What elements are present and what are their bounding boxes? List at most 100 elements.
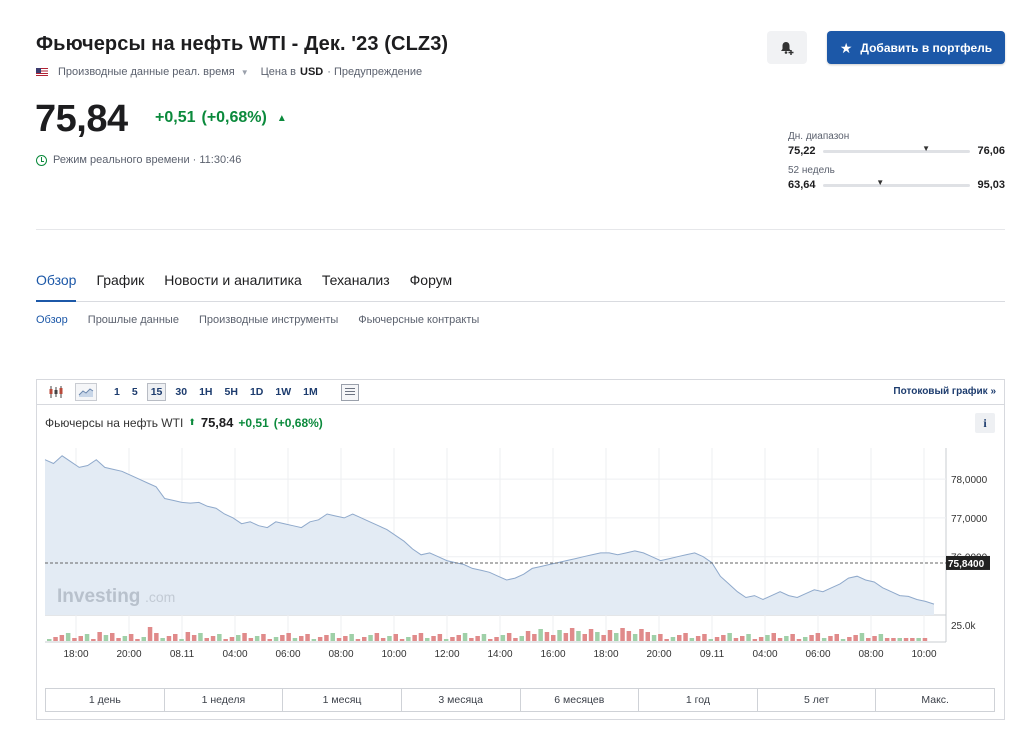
volume-bar xyxy=(544,632,550,641)
week52-range-high: 95,03 xyxy=(977,179,1005,191)
us-flag-icon xyxy=(36,68,48,76)
volume-bar xyxy=(273,637,279,641)
period-max[interactable]: Макс. xyxy=(876,689,994,711)
volume-bar xyxy=(450,637,455,641)
subtab-derivatives[interactable]: Производные инструменты xyxy=(199,314,338,326)
up-triangle-icon: ▲ xyxy=(276,112,287,124)
y-tick-label: 77,0000 xyxy=(951,514,988,525)
volume-bar xyxy=(343,636,348,641)
volume-bar xyxy=(462,633,468,641)
x-tick-label: 06:00 xyxy=(805,649,830,660)
volume-bar xyxy=(632,634,638,641)
volume-bar xyxy=(847,637,852,641)
x-tick-label: 10:00 xyxy=(381,649,406,660)
create-alert-button[interactable] xyxy=(767,31,807,64)
volume-bar xyxy=(305,634,310,641)
volume-bar xyxy=(790,634,795,641)
volume-bar xyxy=(784,636,789,641)
volume-bar xyxy=(563,633,569,641)
tab-chart[interactable]: График xyxy=(96,271,144,302)
period-1d[interactable]: 1 день xyxy=(46,689,165,711)
period-6m[interactable]: 6 месяцев xyxy=(521,689,640,711)
range-marker-icon: ▼ xyxy=(922,143,931,153)
volume-bar xyxy=(494,637,499,641)
volume-bar xyxy=(859,633,865,641)
x-tick-label: 16:00 xyxy=(540,649,565,660)
chart-legend: Фьючерсы на нефть WTI ⬆ 75,84 +0,51 (+0,… xyxy=(45,415,323,430)
volume-bar xyxy=(771,633,776,641)
volume-bar xyxy=(532,634,537,641)
volume-bar xyxy=(815,633,821,641)
volume-bar xyxy=(469,638,474,641)
volume-bar xyxy=(727,633,732,641)
page-title: Фьючерсы на нефть WTI - Дек. '23 (CLZ3) xyxy=(36,33,449,55)
volume-bar xyxy=(821,638,827,641)
legend-price: 75,84 xyxy=(200,415,234,430)
bell-plus-icon xyxy=(781,41,794,55)
volume-bar xyxy=(254,636,260,641)
volume-bar xyxy=(702,634,707,641)
volume-bar xyxy=(330,633,335,641)
volume-bar xyxy=(557,630,562,641)
info-button[interactable]: i xyxy=(975,413,995,433)
add-to-portfolio-button[interactable]: ★ Добавить в портфель xyxy=(827,31,1005,64)
volume-bar xyxy=(809,635,814,641)
volume-bar xyxy=(141,637,146,641)
tab-overview[interactable]: Обзор xyxy=(36,271,77,302)
volume-tick-label: 25.0k xyxy=(951,621,976,632)
x-tick-label: 10:00 xyxy=(911,649,936,660)
volume-bar xyxy=(872,636,877,641)
period-1y[interactable]: 1 год xyxy=(639,689,758,711)
volume-bar xyxy=(740,636,745,641)
period-3m[interactable]: 3 месяца xyxy=(402,689,521,711)
day-range-bar: ▼ xyxy=(822,144,971,153)
volume-bar xyxy=(828,636,833,641)
volume-bar xyxy=(866,638,871,641)
volume-bar xyxy=(658,634,663,641)
volume-bar xyxy=(59,635,65,641)
period-1w[interactable]: 1 неделя xyxy=(165,689,284,711)
volume-bar xyxy=(374,633,380,641)
subtab-futures[interactable]: Фьючерсные контракты xyxy=(358,314,479,326)
tab-forum[interactable]: Форум xyxy=(410,271,453,302)
week52-range-label: 52 недель xyxy=(788,165,835,176)
period-5y[interactable]: 5 лет xyxy=(758,689,877,711)
volume-bar xyxy=(191,635,197,641)
volume-bar xyxy=(78,636,83,641)
volume-bar xyxy=(349,634,354,641)
volume-bar xyxy=(645,632,650,641)
week52-range: 52 недель 63,64 ▼ 95,03 xyxy=(788,165,1005,191)
legend-change: +0,51 xyxy=(238,415,269,430)
data-type-label[interactable]: Производные данные реал. время xyxy=(58,66,235,78)
price-change: +0,51 (+0,68%) ▲ xyxy=(155,109,287,127)
x-tick-label: 18:00 xyxy=(63,649,88,660)
volume-bar xyxy=(242,633,247,641)
volume-bar xyxy=(135,639,140,641)
subtab-historical[interactable]: Прошлые данные xyxy=(88,314,179,326)
volume-bar xyxy=(368,635,373,641)
x-tick-label: 06:00 xyxy=(275,649,300,660)
tab-news[interactable]: Новости и аналитика xyxy=(164,271,302,302)
period-1m[interactable]: 1 месяц xyxy=(283,689,402,711)
change-percent: (+0,68%) xyxy=(201,109,267,126)
volume-bar xyxy=(651,635,657,641)
volume-bar xyxy=(122,636,128,641)
chevron-down-icon[interactable]: ▼ xyxy=(241,68,249,77)
add-portfolio-label: Добавить в портфель xyxy=(860,40,993,55)
volume-bar xyxy=(456,635,461,641)
subtab-overview[interactable]: Обзор xyxy=(36,314,68,326)
volume-bar xyxy=(758,637,764,641)
legend-name: Фьючерсы на нефть WTI xyxy=(45,415,184,430)
volume-bar xyxy=(154,633,159,641)
volume-bar xyxy=(217,634,222,641)
tab-technical[interactable]: Теханализ xyxy=(322,271,390,302)
day-range: Дн. диапазон 75,22 ▼ 76,06 xyxy=(788,131,1005,157)
day-range-low: 75,22 xyxy=(788,145,816,157)
volume-bar xyxy=(708,639,713,641)
volume-bar xyxy=(746,634,751,641)
divider xyxy=(36,229,1005,230)
volume-bar xyxy=(525,631,531,641)
x-tick-label: 04:00 xyxy=(752,649,777,660)
volume-bar xyxy=(47,639,52,641)
warning-link[interactable]: · Предупреждение xyxy=(327,66,422,78)
